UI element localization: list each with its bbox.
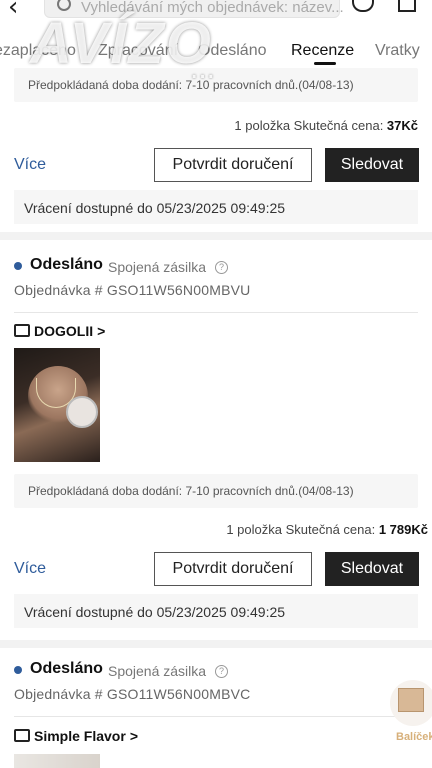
store-icon <box>14 324 30 337</box>
info-icon[interactable]: ? <box>215 665 228 678</box>
package-float-button[interactable] <box>390 680 432 726</box>
product-image[interactable] <box>14 754 100 768</box>
package-icon <box>398 688 424 712</box>
tab-returns[interactable]: Vratky <box>375 42 420 60</box>
store-link[interactable]: Simple Flavor > <box>34 728 138 744</box>
actual-price: 1 789Kč <box>378 522 428 537</box>
track-button[interactable]: Sledovat <box>325 552 419 586</box>
order-number: Objednávka # GSO11W56N00MBVU <box>14 282 251 298</box>
confirm-delivery-button[interactable]: Potvrdit doručení <box>154 148 312 182</box>
more-link[interactable]: Více <box>14 560 46 578</box>
more-link[interactable]: Více <box>14 156 46 174</box>
divider <box>14 312 418 313</box>
search-placeholder: Vyhledávání mých objednávek: název... <box>81 0 344 16</box>
pendant-shape <box>66 396 98 428</box>
back-icon[interactable]: ‹ <box>8 0 18 22</box>
store-name: Simple Flavor <box>34 728 126 744</box>
product-image[interactable] <box>14 348 100 462</box>
order-card: Odesláno Spojená zásilka ? Objednávka # … <box>0 240 432 640</box>
combined-shipment-label: Spojená zásilka <box>108 259 207 275</box>
order-card: Předpokládaná doba dodání: 7-10 pracovní… <box>0 68 432 232</box>
search-icon <box>57 0 71 11</box>
watermark-dots: ... <box>190 52 216 85</box>
combined-shipment-label: Spojená zásilka <box>108 663 207 679</box>
eta-box: Předpokládaná doba dodání: 7-10 pracovní… <box>14 474 418 508</box>
order-number: Objednávka # GSO11W56N00MBVC <box>14 686 251 702</box>
status-dot <box>14 262 22 270</box>
tab-processing[interactable]: Zpracování <box>98 42 178 60</box>
search-input[interactable]: Vyhledávání mých objednávek: název... <box>44 0 344 18</box>
return-note-box: Vrácení dostupné do 05/23/2025 09:49:25 <box>14 594 418 628</box>
store-name: DOGOLII <box>34 323 94 339</box>
eta-box: Předpokládaná doba dodání: 7-10 pracovní… <box>14 68 418 102</box>
order-status: Odesláno <box>30 256 103 273</box>
bag-icon[interactable] <box>398 0 416 12</box>
summary-label: 1 položka Skutečná cena: <box>234 118 387 133</box>
return-note: Vrácení dostupné do 05/23/2025 09:49:25 <box>24 604 286 620</box>
package-label[interactable]: Balíček <box>396 731 432 743</box>
chevron-right-icon: > <box>97 323 106 339</box>
return-note-box: Vrácení dostupné do 05/23/2025 09:49:25 <box>14 190 418 224</box>
status-dot <box>14 666 22 674</box>
summary-label: 1 položka Skutečná cena: <box>226 522 379 537</box>
divider <box>14 716 418 717</box>
tab-unpaid[interactable]: ezaplaceno <box>0 42 76 60</box>
eta-text: Předpokládaná doba dodání: 7-10 pracovní… <box>28 484 354 498</box>
order-card: Odesláno Spojená zásilka ? Objednávka # … <box>0 648 432 768</box>
store-link[interactable]: DOGOLII > <box>34 323 105 339</box>
top-bar: ‹ Vyhledávání mých objednávek: název... <box>0 0 432 22</box>
tab-reviews[interactable]: Recenze <box>291 42 354 60</box>
price-summary: 1 položka Skutečná cena: 1 789Kč <box>226 522 428 537</box>
price-summary: 1 položka Skutečná cena: 37Kč <box>234 118 418 133</box>
track-button[interactable]: Sledovat <box>325 148 419 182</box>
chevron-right-icon: > <box>129 728 138 744</box>
orders-page: ‹ Vyhledávání mých objednávek: název... … <box>0 0 432 768</box>
store-icon <box>14 729 30 742</box>
return-note: Vrácení dostupné do 05/23/2025 09:49:25 <box>24 200 286 216</box>
headset-icon[interactable] <box>352 0 374 12</box>
info-icon[interactable]: ? <box>215 261 228 274</box>
active-tab-indicator <box>314 62 336 65</box>
actual-price: 37Kč <box>386 118 418 133</box>
order-status: Odesláno <box>30 660 103 677</box>
confirm-delivery-button[interactable]: Potvrdit doručení <box>154 552 312 586</box>
order-tabs: ezaplaceno Zpracování Odesláno Recenze V… <box>0 22 432 74</box>
